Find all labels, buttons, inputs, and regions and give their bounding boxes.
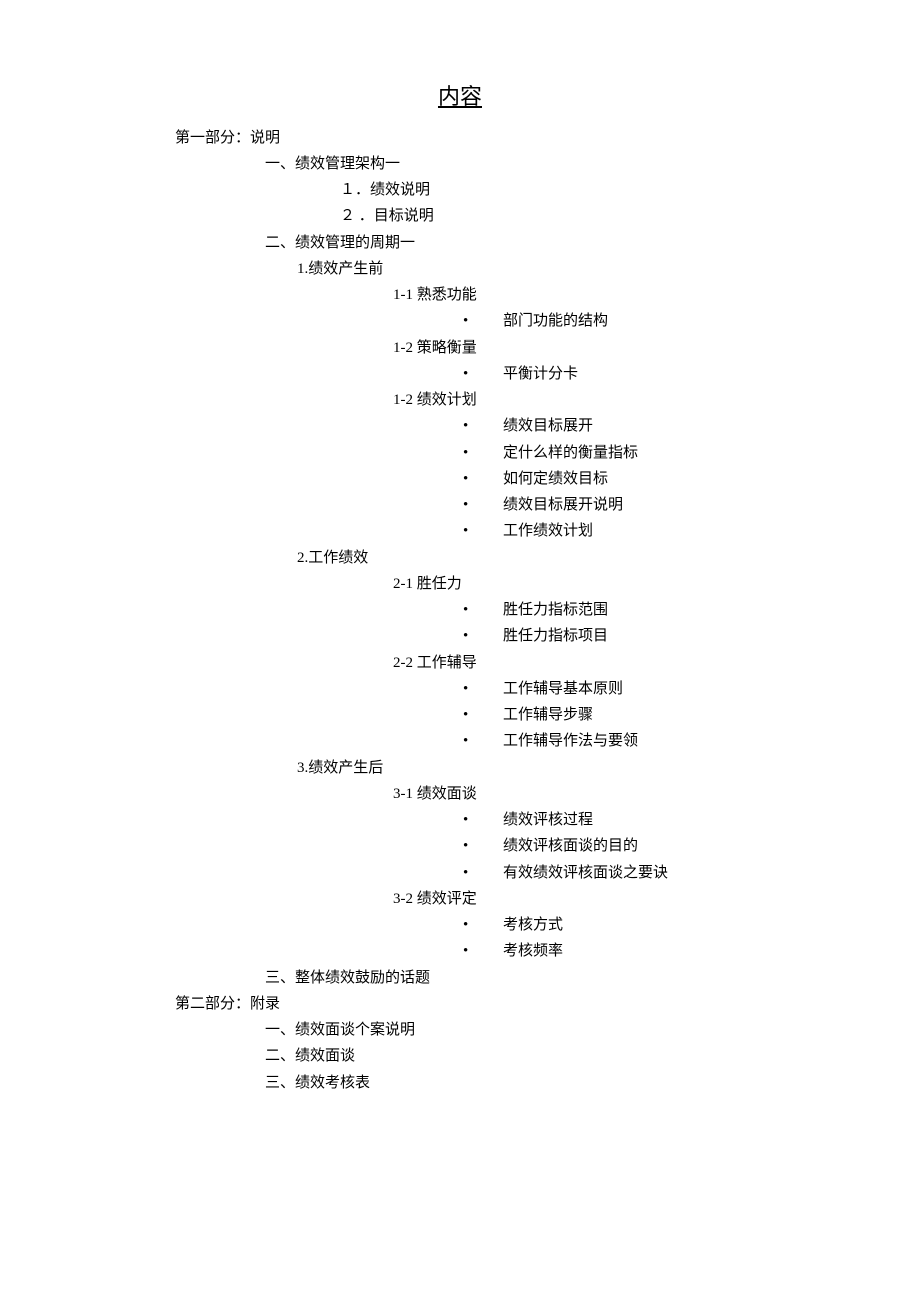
sub-1-2: 1-2 策略衡量 <box>393 335 820 361</box>
bullet-text: 绩效评核面谈的目的 <box>503 833 638 859</box>
bullet-text: 胜任力指标范围 <box>503 597 608 623</box>
bullet-icon: • <box>463 623 503 649</box>
bullet-icon: • <box>463 912 503 938</box>
list-item: •胜任力指标范围 <box>463 597 820 623</box>
part-1-header: 第一部分：说明 <box>175 125 820 151</box>
list-item: •平衡计分卡 <box>463 361 820 387</box>
appendix-2: 二、绩效面谈 <box>265 1043 820 1069</box>
list-item: •胜任力指标项目 <box>463 623 820 649</box>
list-item: •工作绩效计划 <box>463 518 820 544</box>
part-2-header: 第二部分：附录 <box>175 991 820 1017</box>
list-item: •绩效评核面谈的目的 <box>463 833 820 859</box>
bullet-text: 绩效评核过程 <box>503 807 593 833</box>
appendix-3: 三、绩效考核表 <box>265 1070 820 1096</box>
bullet-text: 平衡计分卡 <box>503 361 578 387</box>
appendix-1: 一、绩效面谈个案说明 <box>265 1017 820 1043</box>
sub-1-1: 1-1 熟悉功能 <box>393 282 820 308</box>
bullet-icon: • <box>463 807 503 833</box>
phase-2: 2.工作绩效 <box>297 545 820 571</box>
section-1-2: 二、绩效管理的周期一 <box>265 230 820 256</box>
bullet-icon: • <box>463 440 503 466</box>
bullet-icon: • <box>463 938 503 964</box>
bullet-text: 如何定绩效目标 <box>503 466 608 492</box>
phase-3: 3.绩效产生后 <box>297 755 820 781</box>
section-1-1: 一、绩效管理架构一 <box>265 151 820 177</box>
bullet-text: 工作辅导作法与要领 <box>503 728 638 754</box>
list-item: •定什么样的衡量指标 <box>463 440 820 466</box>
sub-2-2: 2-2 工作辅导 <box>393 650 820 676</box>
bullet-icon: • <box>463 308 503 334</box>
bullet-icon: • <box>463 728 503 754</box>
list-item: •工作辅导基本原则 <box>463 676 820 702</box>
list-item: •有效绩效评核面谈之要诀 <box>463 860 820 886</box>
list-item: •绩效目标展开说明 <box>463 492 820 518</box>
bullet-icon: • <box>463 518 503 544</box>
bullet-text: 考核方式 <box>503 912 563 938</box>
list-item: •部门功能的结构 <box>463 308 820 334</box>
list-item: •考核方式 <box>463 912 820 938</box>
document-title: 内容 <box>0 78 920 117</box>
phase-1: 1.绩效产生前 <box>297 256 820 282</box>
list-item: •绩效评核过程 <box>463 807 820 833</box>
sub-3-1: 3-1 绩效面谈 <box>393 781 820 807</box>
sub-1-2b: 1-2 绩效计划 <box>393 387 820 413</box>
bullet-text: 绩效目标展开说明 <box>503 492 623 518</box>
bullet-text: 胜任力指标项目 <box>503 623 608 649</box>
bullet-text: 有效绩效评核面谈之要诀 <box>503 860 668 886</box>
item-1-1-1: １．绩效说明 <box>340 177 820 203</box>
bullet-icon: • <box>463 466 503 492</box>
section-1-3: 三、整体绩效鼓励的话题 <box>265 965 820 991</box>
bullet-icon: • <box>463 833 503 859</box>
bullet-icon: • <box>463 702 503 728</box>
bullet-text: 工作辅导基本原则 <box>503 676 623 702</box>
bullet-icon: • <box>463 676 503 702</box>
sub-2-1: 2-1 胜任力 <box>393 571 820 597</box>
list-item: •工作辅导步骤 <box>463 702 820 728</box>
bullet-icon: • <box>463 361 503 387</box>
bullet-text: 绩效目标展开 <box>503 413 593 439</box>
bullet-text: 部门功能的结构 <box>503 308 608 334</box>
bullet-icon: • <box>463 597 503 623</box>
bullet-icon: • <box>463 860 503 886</box>
bullet-text: 工作辅导步骤 <box>503 702 593 728</box>
list-item: •如何定绩效目标 <box>463 466 820 492</box>
list-item: •绩效目标展开 <box>463 413 820 439</box>
bullet-icon: • <box>463 413 503 439</box>
bullet-text: 工作绩效计划 <box>503 518 593 544</box>
bullet-text: 考核频率 <box>503 938 563 964</box>
bullet-text: 定什么样的衡量指标 <box>503 440 638 466</box>
item-1-1-2: ２ ．目标说明 <box>340 203 820 229</box>
list-item: •考核频率 <box>463 938 820 964</box>
sub-3-2: 3-2 绩效评定 <box>393 886 820 912</box>
bullet-icon: • <box>463 492 503 518</box>
list-item: •工作辅导作法与要领 <box>463 728 820 754</box>
